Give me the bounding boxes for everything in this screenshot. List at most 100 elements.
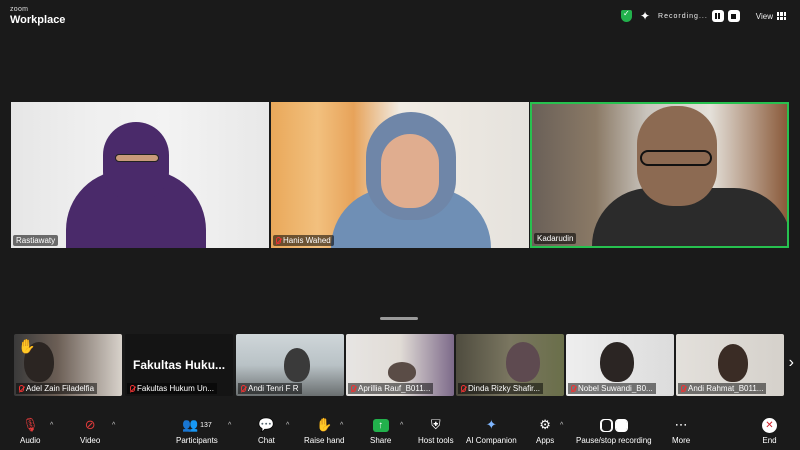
more-icon: ⋯ — [674, 417, 688, 432]
muted-mic-icon — [351, 385, 356, 392]
top-right-controls: ✦ Recording... View — [620, 9, 786, 23]
participant-name: Andi Tenri F R — [248, 384, 299, 393]
top-bar: zoom Workplace ✦ Recording... View — [0, 0, 800, 34]
brand-line2: Workplace — [10, 14, 66, 26]
thumbnail-tile[interactable]: ✋ Adel Zain Filadelfia — [14, 334, 122, 396]
participant-name: Kadarudin — [537, 234, 574, 243]
stop-recording-icon[interactable] — [727, 10, 740, 22]
host-tools-button[interactable]: ⛨ Host tools — [418, 415, 454, 445]
video-off-icon: ⊘ — [84, 417, 96, 432]
apps-label: Apps — [536, 436, 555, 445]
chevron-right-icon[interactable]: › — [789, 354, 794, 372]
raised-hand-icon: ✋ — [18, 338, 36, 354]
muted-mic-icon — [461, 385, 466, 392]
encryption-shield-icon[interactable] — [620, 9, 632, 22]
name-label: Fakultas Hukum Un... — [127, 383, 217, 394]
muted-mic-icon — [681, 385, 686, 392]
participant-name: Aprillia Rauf_B011... — [358, 384, 431, 393]
video-button[interactable]: ⊘ Video — [80, 415, 100, 445]
brand-line1: zoom — [10, 6, 29, 13]
pause-stop-label: Pause/stop recording — [576, 436, 652, 445]
participant-figure — [284, 348, 310, 382]
thumbnail-tile[interactable]: Dinda Rizky Shafir... — [456, 334, 564, 396]
participant-name: Dinda Rizky Shafir... — [468, 384, 541, 393]
share-screen-icon: ↑ — [372, 418, 389, 432]
muted-mic-icon — [19, 385, 24, 392]
more-button[interactable]: ⋯ More — [672, 415, 690, 445]
participant-figure — [600, 342, 634, 382]
muted-mic-icon — [571, 385, 576, 392]
video-tile-kadarudin[interactable]: Kadarudin — [530, 102, 789, 248]
apps-button[interactable]: ⚙ Apps — [536, 415, 554, 445]
raise-hand-label: Raise hand — [304, 436, 345, 445]
view-label: View — [755, 11, 773, 21]
chat-label: Chat — [258, 436, 275, 445]
ai-companion-label: AI Companion — [466, 436, 517, 445]
close-icon: ✕ — [762, 417, 777, 433]
resize-handle[interactable] — [380, 317, 418, 320]
participant-figure — [381, 134, 439, 208]
chevron-up-icon[interactable]: ^ — [228, 422, 231, 429]
ai-companion-button[interactable]: ✦ AI Companion — [466, 415, 517, 445]
chat-icon: 💬 — [258, 417, 275, 432]
chat-button[interactable]: 💬 Chat — [258, 415, 275, 445]
participants-label: Participants — [176, 436, 218, 445]
thumbnail-tile[interactable]: Andi Tenri F R — [236, 334, 344, 396]
zoom-logo: zoom Workplace — [10, 6, 65, 26]
grid-view-icon — [777, 12, 786, 20]
participant-figure — [388, 362, 416, 382]
end-label: End — [762, 436, 777, 445]
thumbnail-tile[interactable]: Andi Rahmat_B011... — [676, 334, 784, 396]
participant-figure — [640, 150, 712, 166]
name-label: Adel Zain Filadelfia — [16, 383, 98, 394]
video-tile-hanis-wahed[interactable]: Hanis Wahed — [271, 102, 529, 248]
participant-figure — [718, 344, 748, 382]
video-stage: Rastiawaty Hanis Wahed Kadarudin — [0, 34, 800, 330]
video-off-title: Fakultas Huku... — [133, 358, 226, 372]
stop-icon — [614, 418, 628, 432]
chevron-up-icon[interactable]: ^ — [340, 422, 343, 429]
muted-mic-icon: 🎙 — [21, 417, 39, 432]
name-label: Andi Rahmat_B011... — [678, 383, 767, 394]
recording-indicator: Recording... — [658, 10, 740, 22]
pause-recording-icon[interactable] — [711, 10, 724, 22]
raise-hand-icon: ✋ — [316, 417, 333, 432]
share-button[interactable]: ↑ Share — [370, 415, 391, 445]
muted-mic-icon — [241, 385, 246, 392]
participant-name: Fakultas Hukum Un... — [137, 384, 214, 393]
thumbnail-tile[interactable]: Nobel Suwandi_B0... — [566, 334, 674, 396]
ai-sparkle-icon[interactable]: ✦ — [640, 9, 650, 23]
participant-figure — [506, 342, 540, 382]
raise-hand-button[interactable]: ✋ Raise hand — [304, 415, 344, 445]
participants-icon: 👥 137 — [181, 417, 212, 432]
chevron-up-icon[interactable]: ^ — [560, 422, 563, 429]
thumbnail-tile[interactable]: Aprillia Rauf_B011... — [346, 334, 454, 396]
end-button[interactable]: ✕ End — [762, 415, 777, 445]
chevron-up-icon[interactable]: ^ — [50, 422, 53, 429]
video-label: Video — [80, 436, 101, 445]
meeting-toolbar: 🎙 Audio ^ ⊘ Video ^ 👥 137 Participants ^ … — [0, 412, 800, 450]
audio-label: Audio — [20, 436, 41, 445]
more-label: More — [672, 436, 691, 445]
audio-button[interactable]: 🎙 Audio — [20, 415, 40, 445]
view-button[interactable]: View — [756, 12, 786, 21]
name-label: Nobel Suwandi_B0... — [568, 383, 656, 394]
filmstrip: ✋ Adel Zain Filadelfia Fakultas Huku... … — [0, 334, 800, 398]
participants-button[interactable]: 👥 137 Participants — [176, 415, 218, 445]
muted-mic-icon — [276, 237, 281, 244]
participant-name: Andi Rahmat_B011... — [688, 384, 764, 393]
participant-name: Nobel Suwandi_B0... — [578, 384, 653, 393]
recording-label: Recording... — [658, 12, 708, 20]
pause-stop-recording-button[interactable]: Pause/stop recording — [576, 415, 652, 445]
participant-name: Adel Zain Filadelfia — [26, 384, 95, 393]
video-tile-rastiawaty[interactable]: Rastiawaty — [11, 102, 269, 248]
thumbnail-tile[interactable]: Fakultas Huku... Fakultas Hukum Un... — [125, 334, 233, 396]
chevron-up-icon[interactable]: ^ — [286, 422, 289, 429]
name-label: Kadarudin — [534, 233, 577, 244]
pause-icon — [599, 418, 613, 432]
name-label: Andi Tenri F R — [238, 383, 302, 394]
chevron-up-icon[interactable]: ^ — [400, 422, 403, 429]
host-tools-label: Host tools — [418, 436, 454, 445]
chevron-up-icon[interactable]: ^ — [112, 422, 115, 429]
muted-mic-icon — [130, 385, 135, 392]
